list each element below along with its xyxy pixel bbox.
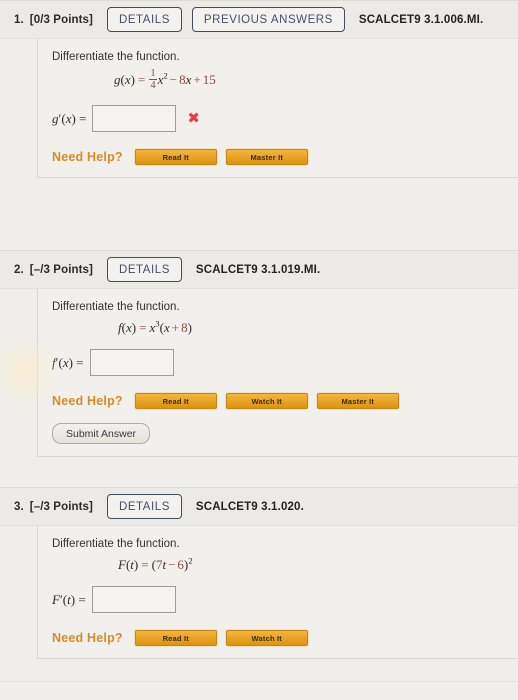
answer-label-3-var: t <box>67 591 71 607</box>
need-help-row-1: Need Help? Read It Master It <box>52 149 518 166</box>
question-points-2: [–/3 Points] <box>29 263 93 276</box>
equation-2-inner-var: x <box>163 320 170 335</box>
question-prompt-2: Differentiate the function. <box>52 301 180 313</box>
answer-input-2[interactable] <box>89 349 174 376</box>
answer-label-2-var: x <box>62 354 69 370</box>
question-number-1: 1. <box>14 13 24 26</box>
master-it-button-2[interactable]: Master It <box>316 393 399 409</box>
question-block-3: 3. [–/3 Points] DETAILS SCALCET9 3.1.020… <box>0 487 518 659</box>
equation-1-denominator: 4 <box>150 80 156 92</box>
answer-label-1-fn: g <box>52 110 59 126</box>
equation-3: F(t) = (7t −6)2 <box>118 555 193 572</box>
answer-input-1[interactable] <box>92 105 177 133</box>
equation-2-inner-op: + <box>171 320 180 335</box>
question-block-1: 1. [0/3 Points] DETAILS PREVIOUS ANSWERS… <box>0 0 518 179</box>
answer-row-2: f′(x) = <box>52 349 518 376</box>
question-body-1: Differentiate the function. g(x) = 1 4 x2−8x… <box>37 39 518 179</box>
question-number-3: 3. <box>14 500 24 513</box>
read-it-button-2[interactable]: Read It <box>134 393 217 409</box>
answer-label-2-fn: f <box>52 354 56 370</box>
question-header-3: 3. [–/3 Points] DETAILS SCALCET9 3.1.020… <box>0 487 518 526</box>
read-it-button-1[interactable]: Read It <box>134 149 217 166</box>
details-button-2[interactable]: DETAILS <box>106 257 182 282</box>
answer-label-2: f′(x) = <box>52 354 84 370</box>
submit-row-2: Submit Answer <box>38 423 518 444</box>
master-it-button-1[interactable]: Master It <box>225 149 308 166</box>
question-prompt-1: Differentiate the function. <box>52 51 180 63</box>
need-help-label-1: Need Help? <box>52 150 123 165</box>
answer-label-1: g′(x) = <box>52 110 87 126</box>
answer-row-1: g′(x) = ✖ <box>52 105 518 133</box>
question-body-2: Differentiate the function. f(x) = x3(x +8)… <box>37 289 518 457</box>
question-points-1: [0/3 Points] <box>29 13 93 26</box>
need-help-label-2: Need Help? <box>52 394 123 408</box>
question-header-1: 1. [0/3 Points] DETAILS PREVIOUS ANSWERS… <box>0 0 518 39</box>
question-number-2: 2. <box>14 263 24 276</box>
watch-it-button-2[interactable]: Watch It <box>225 393 308 409</box>
incorrect-mark-icon-1: ✖ <box>187 109 200 128</box>
question-code-2: SCALCET9 3.1.019.MI. <box>195 263 321 276</box>
answer-label-3: F′(t) = <box>52 591 86 607</box>
question-prompt-3: Differentiate the function. <box>52 538 180 550</box>
equation-2: f(x) = x3(x +8) <box>118 318 192 335</box>
submit-answer-button-2[interactable]: Submit Answer <box>52 423 151 444</box>
answer-row-3: F′(t) = <box>52 586 518 613</box>
watch-it-button-3[interactable]: Watch It <box>225 630 308 646</box>
equation-1-op2: + <box>193 72 201 88</box>
question-points-3: [–/3 Points] <box>29 500 93 513</box>
previous-answers-button-1[interactable]: PREVIOUS ANSWERS <box>191 7 345 32</box>
homework-page: 1. [0/3 Points] DETAILS PREVIOUS ANSWERS… <box>0 0 518 700</box>
divider-bottom <box>0 681 518 682</box>
equation-1-numerator: 1 <box>149 68 157 81</box>
details-button-1[interactable]: DETAILS <box>106 7 182 32</box>
equation-1: g(x) = 1 4 x2−8x +15 <box>114 68 216 92</box>
need-help-row-3: Need Help? Read It Watch It <box>52 630 518 646</box>
answer-label-3-fn: F <box>52 591 60 607</box>
equation-3-fn: F <box>118 557 126 572</box>
equation-1-op1: − <box>169 72 178 88</box>
equation-1-fraction: 14 <box>149 68 157 92</box>
question-header-2: 2. [–/3 Points] DETAILS SCALCET9 3.1.019… <box>0 250 518 289</box>
question-body-3: Differentiate the function. F(t) = (7t −6)2… <box>37 526 518 659</box>
answer-label-1-var: x <box>65 110 72 126</box>
equation-1-constant: 15 <box>202 72 216 88</box>
answer-input-3[interactable] <box>91 586 176 613</box>
question-code-1: SCALCET9 3.1.006.MI. <box>358 13 484 26</box>
need-help-label-3: Need Help? <box>52 631 123 645</box>
question-block-2: 2. [–/3 Points] DETAILS SCALCET9 3.1.019… <box>0 250 518 457</box>
need-help-row-2: Need Help? Read It Watch It Master It <box>52 393 518 409</box>
read-it-button-3[interactable]: Read It <box>134 630 217 646</box>
equation-3-exponent: 2 <box>188 555 193 566</box>
question-code-3: SCALCET9 3.1.020. <box>195 500 304 513</box>
details-button-3[interactable]: DETAILS <box>106 494 182 519</box>
equation-3-inner-op: − <box>168 557 176 572</box>
